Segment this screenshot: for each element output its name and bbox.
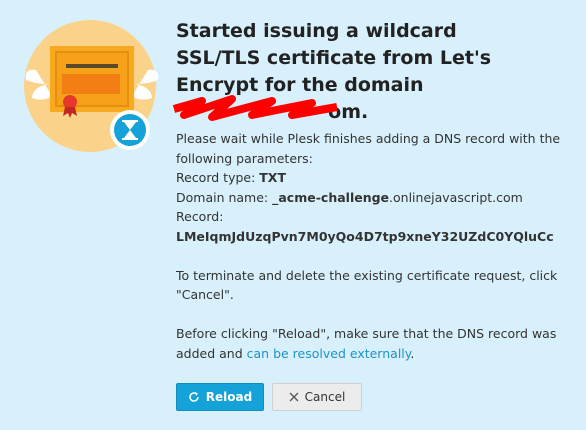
record-type-line: Record type: TXT (176, 168, 581, 188)
dialog-title-text: Started issuing a wildcard SSL/TLS certi… (176, 20, 492, 96)
certificate-illustration (22, 18, 162, 158)
cancel-button-label: Cancel (304, 390, 346, 404)
dialog-body: Please wait while Plesk finishes adding … (176, 129, 581, 363)
certificate-with-wings-icon (24, 20, 159, 152)
close-icon (289, 392, 299, 402)
reload-button[interactable]: Reload (176, 383, 264, 411)
terminate-text: To terminate and delete the existing cer… (176, 267, 558, 303)
redacted-domain (172, 95, 338, 126)
dialog-title: Started issuing a wildcard SSL/TLS certi… (172, 18, 546, 126)
record-value: LMeIqmJdUzqPvn7M0yQo4D7tp9xneY32UZdC0YQl… (176, 228, 554, 244)
record-type-value: TXT (259, 170, 286, 185)
domain-name-rest: .onlinejavascript.com (389, 189, 523, 205)
record-label: Record: (176, 209, 224, 224)
dialog-buttons: Reload Cancel (176, 383, 362, 411)
cancel-button[interactable]: Cancel (272, 383, 362, 411)
resolve-externally-link[interactable]: can be resolved externally (247, 346, 411, 361)
intro-text: Please wait while Plesk finishes adding … (176, 131, 561, 166)
reload-button-label: Reload (205, 390, 253, 404)
record-type-label: Record type: (176, 170, 256, 185)
domain-name-prefix: _acme-challenge (272, 189, 390, 205)
redaction-scribble (172, 95, 338, 121)
before-reload-suffix: . (410, 345, 415, 361)
domain-name-label: Domain name: (176, 189, 269, 205)
refresh-icon (189, 392, 199, 402)
before-reload-text: Before clicking "Reload", make sure that… (176, 324, 581, 363)
domain-name-line: Domain name: _acme-challenge.onlinejavas… (176, 188, 581, 208)
